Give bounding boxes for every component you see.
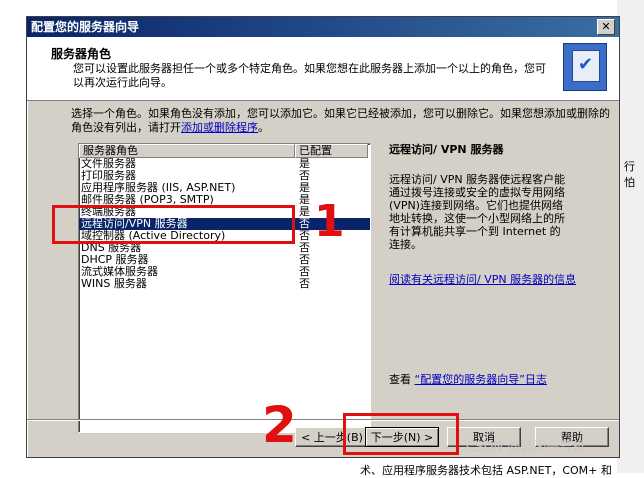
table-header: 服务器角色 已配置 xyxy=(79,144,370,158)
watermark: CSDN @轻闲一号机 xyxy=(466,440,586,455)
background-window-edge xyxy=(617,0,644,473)
header-title: 服务器角色 xyxy=(51,47,112,61)
add-remove-programs-link[interactable]: 添加或删除程序 xyxy=(181,121,258,134)
role-name-cell: 打印服务器 xyxy=(81,170,136,182)
table-row[interactable]: 应用程序服务器 (IIS, ASP.NET) 是 xyxy=(79,182,370,194)
table-row[interactable]: 打印服务器否 xyxy=(79,170,370,182)
log-line: 查看 “配置您的服务器向导”日志 xyxy=(389,371,547,387)
table-row[interactable]: 文件服务器是 xyxy=(79,158,370,170)
detail-description: 远程访问/ VPN 服务器使远程客户能通过拨号连接或安全的虚拟专用网络(VPN)… xyxy=(389,173,566,251)
wizard-header: 服务器角色 您可以设置此服务器担任一个或多个特定角色。如果您想在此服务器上添加一… xyxy=(27,37,619,101)
column-header-configured[interactable]: 已配置 xyxy=(295,144,368,158)
role-name-cell: 应用程序服务器 (IIS, ASP.NET) xyxy=(81,182,236,194)
intro-text-before: 选择一个角色。如果角色没有添加，您可以添加它。如果它已经被添加，您可以删除它。如… xyxy=(71,107,610,134)
intro-text-after: 。 xyxy=(258,121,269,134)
role-name-cell: WINS 服务器 xyxy=(81,278,147,290)
button-separator xyxy=(27,419,619,421)
log-prefix: 查看 xyxy=(389,373,411,386)
background-text-bottom: 术、应用程序服务器技术包括 ASP.NET，COM+ 和 xyxy=(360,464,612,477)
role-name-cell: DHCP 服务器 xyxy=(81,254,149,266)
annotation-box-roles xyxy=(52,205,295,244)
roles-table[interactable]: 服务器角色 已配置 文件服务器是打印服务器否应用程序服务器 (IIS, ASP.… xyxy=(78,143,371,433)
table-row[interactable]: 流式媒体服务器否 xyxy=(79,266,370,278)
wizard-log-link[interactable]: “配置您的服务器向导”日志 xyxy=(415,373,547,386)
role-name-cell: 文件服务器 xyxy=(81,158,136,170)
title-bar[interactable]: 配置您的服务器向导 ✕ xyxy=(27,17,619,37)
intro-text: 选择一个角色。如果角色没有添加，您可以添加它。如果它已经被添加，您可以删除它。如… xyxy=(71,107,611,135)
read-more-link[interactable]: 阅读有关远程访问/ VPN 服务器的信息 xyxy=(389,273,579,286)
table-row[interactable]: WINS 服务器 否 xyxy=(79,278,370,290)
detail-title: 远程访问/ VPN 服务器 xyxy=(389,143,504,156)
column-header-role[interactable]: 服务器角色 xyxy=(79,144,295,158)
header-description: 您可以设置此服务器担任一个或多个特定角色。如果您想在此服务器上添加一个以上的角色… xyxy=(73,62,546,89)
configured-cell: 否 xyxy=(299,277,310,290)
annotation-number-2: 2 xyxy=(262,396,297,454)
window-title: 配置您的服务器向导 xyxy=(31,20,140,34)
close-button[interactable]: ✕ xyxy=(597,19,615,35)
annotation-number-1: 1 xyxy=(314,196,345,247)
annotation-box-next xyxy=(343,413,459,455)
role-name-cell: 流式媒体服务器 xyxy=(81,266,158,278)
server-wizard-icon: ✔ xyxy=(563,43,607,91)
table-row[interactable]: DHCP 服务器否 xyxy=(79,254,370,266)
close-icon: ✕ xyxy=(601,20,611,33)
background-text-right: 行怕 xyxy=(624,160,635,189)
